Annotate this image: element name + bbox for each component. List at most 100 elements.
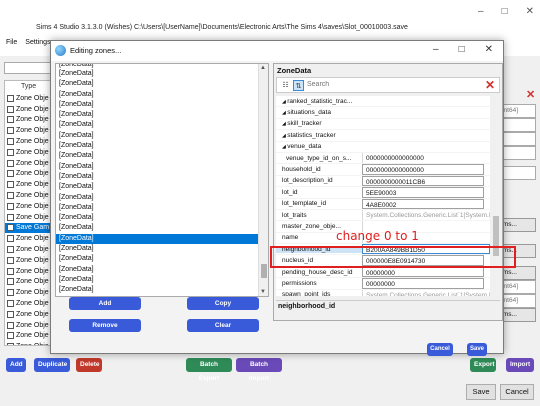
property-row[interactable]: permissions 00000000 [276, 278, 490, 290]
batch-import-button[interactable]: Batch Import [236, 358, 282, 382]
menu-settings[interactable]: Settings [25, 39, 50, 53]
zone-list-item[interactable]: [ZoneData] [56, 172, 268, 182]
row-checkbox[interactable] [7, 116, 14, 124]
zone-list-item[interactable]: [ZoneData] [56, 69, 268, 79]
zone-list-item[interactable]: [ZoneData] [56, 182, 268, 192]
scroll-up-icon[interactable]: ▲ [260, 65, 266, 71]
zone-list-item[interactable]: [ZoneData] [56, 244, 268, 254]
zone-list-item[interactable]: [ZoneData] [56, 265, 268, 275]
dialog-minimize-button[interactable]: – [433, 44, 439, 55]
zone-list-item[interactable]: [ZoneData] [56, 254, 268, 264]
zone-remove-button[interactable]: Remove [69, 319, 141, 332]
cancel-button[interactable]: Cancel [500, 384, 534, 400]
batch-export-button[interactable]: Batch Export [186, 358, 232, 382]
property-row[interactable]: ◢ venue_data [276, 142, 490, 153]
zone-copy-button[interactable]: Copy [187, 297, 259, 310]
property-value[interactable]: System.Collections.Generic.List`1[System… [362, 289, 490, 296]
property-row[interactable]: venue_type_id_on_s... 0000000000000000 [276, 152, 490, 165]
property-value[interactable]: System.Collections.Generic.List`1[System… [362, 209, 490, 221]
row-checkbox[interactable] [7, 300, 14, 308]
property-value[interactable]: 5EE90003 [362, 187, 484, 198]
row-checkbox[interactable] [7, 246, 14, 254]
dialog-maximize-button[interactable]: □ [459, 44, 465, 55]
property-row[interactable]: ◢ statistics_tracker [276, 130, 490, 142]
row-checkbox[interactable] [7, 256, 14, 264]
duplicate-button[interactable]: Duplicate [34, 358, 70, 372]
minimize-button[interactable]: – [478, 6, 484, 17]
dialog-save-button[interactable]: Save [467, 343, 487, 356]
zone-list-item[interactable]: [ZoneData] [56, 79, 268, 89]
row-checkbox[interactable] [7, 170, 14, 178]
property-row[interactable]: lot_description_id 0000000000011CB6 [276, 175, 490, 188]
dialog-cancel-button[interactable]: Cancel [427, 343, 453, 356]
delete-button[interactable]: Delete [76, 358, 102, 372]
row-checkbox[interactable] [7, 138, 14, 146]
export-button[interactable]: Export [470, 358, 496, 372]
zone-list-item[interactable]: [ZoneData] [56, 110, 268, 120]
save-button[interactable]: Save [466, 384, 496, 400]
zone-list-item[interactable]: [ZoneData] [56, 151, 268, 161]
zone-list-item[interactable]: [ZoneData] [56, 90, 268, 100]
zone-list-item[interactable]: [ZoneData] [56, 193, 268, 203]
row-checkbox[interactable] [7, 159, 14, 167]
property-row[interactable]: spawn_point_ids System.Collections.Generi… [276, 289, 490, 296]
zone-add-button[interactable]: Add [69, 297, 141, 310]
zone-list-item[interactable]: [ZoneData] [56, 285, 268, 295]
property-row[interactable]: ◢ situations_data [276, 107, 490, 119]
zone-list-item[interactable]: [ZoneData] [56, 223, 268, 233]
row-checkbox[interactable] [7, 289, 14, 297]
row-checkbox[interactable] [7, 94, 14, 102]
zone-list-item[interactable]: [ZoneData] [56, 233, 268, 245]
row-checkbox[interactable] [7, 148, 14, 156]
zone-list-item[interactable]: [ZoneData] [56, 120, 268, 130]
property-value[interactable]: 00000000 [362, 266, 484, 278]
zone-list-item[interactable]: [ZoneData] [56, 131, 268, 141]
property-value[interactable]: 0000000000011CB6 [362, 175, 484, 187]
close-button[interactable]: ✕ [526, 6, 534, 17]
zone-list-item[interactable]: [ZoneData] [56, 141, 268, 151]
zone-list-item[interactable]: [ZoneData] [56, 100, 268, 110]
property-row[interactable]: lot_id 5EE90003 [276, 187, 490, 199]
row-checkbox[interactable] [7, 278, 14, 286]
alphabetical-icon[interactable]: ⇅ [293, 80, 304, 91]
row-checkbox[interactable] [7, 202, 14, 210]
zone-list-scrollbar[interactable]: ▲ ▼ [258, 64, 268, 296]
row-checkbox[interactable] [7, 105, 14, 113]
property-value[interactable]: 0000000000000000 [362, 164, 484, 175]
zone-list-item[interactable]: [ZoneData] [56, 162, 268, 172]
row-checkbox[interactable] [7, 127, 14, 135]
row-checkbox[interactable] [7, 321, 14, 329]
property-row[interactable]: lot_template_id 4A8E0002 [276, 198, 490, 210]
row-checkbox[interactable] [7, 310, 14, 318]
dialog-close-button[interactable]: ✕ [485, 44, 493, 55]
row-checkbox[interactable] [7, 224, 14, 232]
add-button[interactable]: Add [6, 358, 26, 372]
zone-list[interactable]: [ZoneData] [ZoneData] [ZoneData] [ZoneData]… [55, 63, 269, 297]
property-row[interactable]: ◢ ranked_statistic_trac... [276, 96, 490, 108]
row-checkbox[interactable] [7, 235, 14, 243]
property-value[interactable]: 0000000000000000 [362, 152, 490, 164]
zone-clear-button[interactable]: Clear [187, 319, 259, 332]
row-checkbox[interactable] [7, 267, 14, 275]
menu-file[interactable]: File [6, 39, 17, 53]
scroll-down-icon[interactable]: ▼ [260, 289, 266, 295]
property-row[interactable]: lot_traits System.Collections.Generic.Lis… [276, 209, 490, 222]
row-checkbox[interactable] [7, 192, 14, 200]
row-checkbox[interactable] [7, 213, 14, 221]
clear-search-icon[interactable]: ✕ [485, 78, 495, 92]
property-value[interactable]: 00000000 [362, 278, 484, 289]
import-button[interactable]: Import [506, 358, 534, 372]
zone-list-item[interactable]: [ZoneData] [56, 203, 268, 213]
zone-list-item[interactable]: [ZoneData] [56, 213, 268, 223]
row-checkbox[interactable] [7, 343, 14, 345]
property-row[interactable]: household_id 0000000000000000 [276, 164, 490, 176]
row-checkbox[interactable] [7, 332, 14, 340]
row-checkbox[interactable] [7, 181, 14, 189]
property-row[interactable]: ◢ skill_tracker [276, 119, 490, 131]
zone-list-item[interactable]: [ZoneData] [56, 275, 268, 285]
clear-filter-icon[interactable]: ✕ [526, 88, 535, 101]
property-search-input[interactable] [307, 81, 467, 88]
property-value[interactable]: 4A8E0002 [362, 198, 484, 209]
categorized-icon[interactable]: ☷ [280, 80, 291, 91]
maximize-button[interactable]: □ [502, 6, 508, 17]
